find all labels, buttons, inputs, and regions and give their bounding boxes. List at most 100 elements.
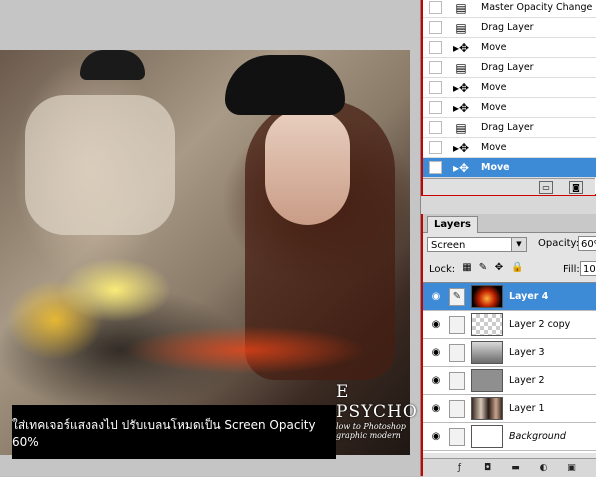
layer-thumbnail[interactable]	[471, 285, 503, 308]
history-source-checkbox[interactable]	[429, 61, 442, 74]
move-tool-icon: ▸✥	[453, 41, 470, 55]
layer-name: Layer 2 copy	[509, 319, 571, 330]
history-state-label: Move	[481, 102, 507, 113]
history-state-item[interactable]: ▸✥ Move	[423, 38, 596, 58]
visibility-eye-icon[interactable]: ◉	[429, 319, 443, 331]
layer-row[interactable]: ◉ ✎ Layer 4	[423, 283, 596, 311]
history-state-label: Move	[481, 142, 507, 153]
layer-style-icon[interactable]: ƒ	[453, 462, 466, 474]
fill-label: Fill:	[563, 264, 580, 275]
adjustment-layer-icon[interactable]: ◐	[537, 462, 550, 474]
tab-layers[interactable]: Layers	[427, 216, 478, 233]
add-mask-icon[interactable]: ◘	[481, 462, 494, 474]
history-source-checkbox[interactable]	[429, 121, 442, 134]
history-source-checkbox[interactable]	[429, 161, 442, 174]
history-source-checkbox[interactable]	[429, 41, 442, 54]
lock-all-icon[interactable]: 🔒	[511, 262, 523, 274]
layer-name: Layer 2	[509, 375, 545, 386]
lock-label: Lock:	[429, 264, 456, 275]
layer-list: ◉ ✎ Layer 4 ◉ Layer 2 copy ◉ Layer 3 ◉ Layer 2 ◉ L…	[423, 282, 596, 453]
visibility-eye-icon[interactable]: ◉	[429, 347, 443, 359]
history-footer: ▭ ◙	[423, 178, 595, 195]
history-state-label: Move	[481, 162, 510, 173]
history-state-label: Drag Layer	[481, 122, 534, 133]
history-state-label: Master Opacity Change	[481, 2, 593, 13]
history-state-item[interactable]: ▤ Drag Layer	[423, 118, 596, 138]
blend-mode-select[interactable]: Screen ▼	[427, 237, 527, 252]
layers-tab-bar: Layers	[423, 214, 596, 233]
visibility-eye-icon[interactable]: ◉	[429, 403, 443, 415]
new-group-folder-icon[interactable]: ▬	[509, 462, 522, 474]
layer-thumbnail[interactable]	[471, 313, 503, 336]
layer-thumbnail[interactable]	[471, 369, 503, 392]
history-state-item[interactable]: ▤ Master Opacity Change	[423, 0, 596, 18]
drag-layer-icon: ▤	[455, 61, 467, 75]
history-source-checkbox[interactable]	[429, 141, 442, 154]
history-state-item[interactable]: ▤ Drag Layer	[423, 18, 596, 38]
lock-paint-brush-icon[interactable]: ✎	[477, 262, 489, 274]
panel-divider	[421, 196, 596, 214]
watermark-line: graphic modern	[336, 431, 401, 440]
move-tool-icon: ▸✥	[453, 81, 470, 95]
link-box-icon[interactable]	[449, 400, 465, 418]
visibility-eye-icon[interactable]: ◉	[429, 291, 443, 303]
layer-name: Background	[509, 431, 566, 442]
new-layer-icon[interactable]: ▣	[565, 462, 578, 474]
layer-row[interactable]: ◉ Background	[423, 423, 596, 451]
lock-position-move-icon[interactable]: ✥	[493, 262, 505, 274]
link-box-icon[interactable]	[449, 372, 465, 390]
layer-thumbnail[interactable]	[471, 425, 503, 448]
layer-name: Layer 4	[509, 291, 549, 302]
history-state-label: Drag Layer	[481, 22, 534, 33]
model-hat-left	[80, 50, 145, 80]
layer-name: Layer 3	[509, 347, 545, 358]
opacity-change-icon: ▤	[455, 1, 467, 15]
history-state-item[interactable]: ▸✥ Move	[423, 158, 596, 178]
history-source-checkbox[interactable]	[429, 21, 442, 34]
history-state-item[interactable]: ▸✥ Move	[423, 98, 596, 118]
history-state-item[interactable]: ▸✥ Move	[423, 138, 596, 158]
document-canvas-area[interactable]: ใส่เทคเจอร์แสงลงไป ปรับเบลนโหมดเป็น Scre…	[0, 0, 420, 476]
link-box-icon[interactable]	[449, 344, 465, 362]
history-state-item[interactable]: ▸✥ Move	[423, 78, 596, 98]
visibility-eye-icon[interactable]: ◉	[429, 431, 443, 443]
layer-row[interactable]: ◉ Layer 2	[423, 367, 596, 395]
link-box-icon[interactable]	[449, 316, 465, 334]
watermark-title: E PSYCHO	[336, 382, 418, 422]
move-tool-icon: ▸✥	[453, 101, 470, 115]
caption-text: ใส่เทคเจอร์แสงลงไป ปรับเบลนโหมดเป็น Scre…	[12, 417, 316, 449]
fill-input[interactable]: 100%	[580, 261, 596, 276]
lock-transparency-icon[interactable]: ▦	[461, 262, 473, 274]
history-state-label: Move	[481, 42, 507, 53]
brush-edit-icon[interactable]: ✎	[449, 288, 465, 306]
blend-mode-value: Screen	[431, 240, 466, 251]
history-panel: ▤ Master Opacity Change ▤ Drag Layer ▸✥ Move ▤…	[421, 0, 596, 196]
layer-row[interactable]: ◉ Layer 2 copy	[423, 311, 596, 339]
visibility-eye-icon[interactable]: ◉	[429, 375, 443, 387]
layer-thumbnail[interactable]	[471, 341, 503, 364]
layer-name: Layer 1	[509, 403, 545, 414]
link-box-icon[interactable]	[449, 428, 465, 446]
history-state-item[interactable]: ▤ Drag Layer	[423, 58, 596, 78]
model-face-right	[265, 110, 350, 225]
history-state-label: Drag Layer	[481, 62, 534, 73]
layer-thumbnail[interactable]	[471, 397, 503, 420]
opacity-input[interactable]: 60%	[578, 236, 596, 251]
watermark-logo: E PSYCHO low to Photoshop graphic modern	[336, 382, 420, 448]
history-source-checkbox[interactable]	[429, 1, 442, 14]
model-body-left	[25, 95, 175, 235]
panels-column: ▤ Master Opacity Change ▤ Drag Layer ▸✥ Move ▤…	[420, 0, 596, 477]
chevron-down-icon[interactable]: ▼	[511, 238, 526, 251]
tutorial-caption: ใส่เทคเจอร์แสงลงไป ปรับเบลนโหมดเป็น Scre…	[12, 405, 336, 459]
history-source-checkbox[interactable]	[429, 101, 442, 114]
layers-panel: Layers Screen ▼ Opacity: 60% Lock: ▦ ✎ ✥…	[421, 214, 596, 477]
drag-layer-icon: ▤	[455, 21, 467, 35]
layer-row[interactable]: ◉ Layer 3	[423, 339, 596, 367]
history-source-checkbox[interactable]	[429, 81, 442, 94]
opacity-label: Opacity:	[538, 238, 580, 249]
new-document-from-state-icon[interactable]: ▭	[539, 181, 553, 194]
move-tool-icon: ▸✥	[453, 141, 470, 155]
drag-layer-icon: ▤	[455, 121, 467, 135]
new-snapshot-icon[interactable]: ◙	[569, 181, 583, 194]
layer-row[interactable]: ◉ Layer 1	[423, 395, 596, 423]
